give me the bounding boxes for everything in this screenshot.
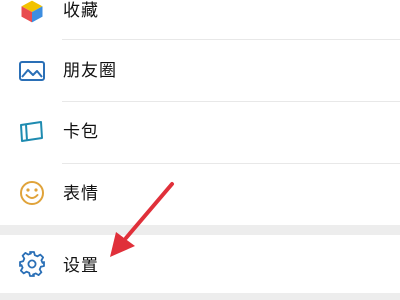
menu-item-settings-label: 设置	[63, 256, 99, 276]
menu-item-stickers[interactable]: 表情	[0, 164, 400, 226]
menu-item-favorites-label: 收藏	[63, 1, 99, 21]
gear-icon	[19, 251, 45, 277]
menu-group-main: 收藏 朋友圈 卡包 表情	[0, 0, 400, 225]
menu-group-settings: 设置	[0, 235, 400, 293]
menu-item-stickers-label: 表情	[63, 184, 99, 204]
menu-item-cards-label: 卡包	[63, 122, 99, 142]
favorites-cube-icon	[20, 0, 44, 24]
menu-item-moments-label: 朋友圈	[63, 61, 117, 81]
card-wallet-icon	[20, 121, 43, 142]
menu-item-settings[interactable]: 设置	[0, 235, 400, 293]
menu-item-favorites[interactable]: 收藏	[0, 0, 400, 40]
menu-item-cards[interactable]: 卡包	[0, 102, 400, 164]
sticker-smile-icon	[20, 181, 44, 205]
moments-picture-icon	[19, 61, 45, 81]
menu-item-moments[interactable]: 朋友圈	[0, 40, 400, 102]
